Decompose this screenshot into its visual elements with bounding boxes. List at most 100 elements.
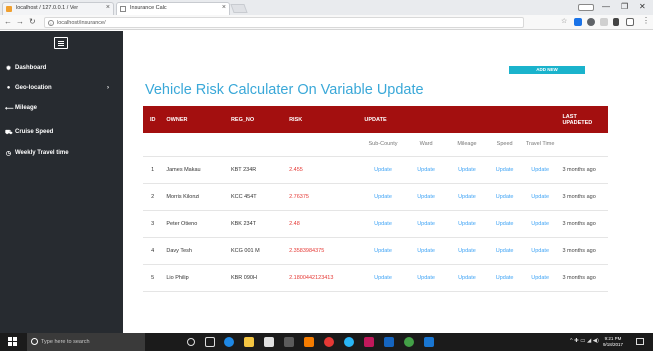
taskbar-clock[interactable]: 9:21 PM 9/18/2017 — [603, 336, 623, 348]
update-travel-time-link[interactable]: Update — [522, 264, 559, 291]
sidebar-item-cruise-speed[interactable]: ⛟ Cruise Speed — [0, 126, 123, 140]
sidebar-item-label: Weekly Travel time — [15, 150, 69, 156]
table-row: 4 Davy Tesh KCG 001 M 2.3583984375 Updat… — [143, 237, 608, 264]
close-window-icon[interactable]: ✕ — [639, 2, 646, 11]
update-speed-link[interactable]: Update — [487, 264, 521, 291]
app-icon[interactable] — [404, 337, 414, 347]
forward-icon[interactable]: → — [16, 17, 24, 26]
update-sub-county-link[interactable]: Update — [360, 183, 405, 210]
update-speed-link[interactable]: Update — [487, 237, 521, 264]
cell-risk: 2.76375 — [289, 193, 309, 200]
microphone-icon[interactable] — [187, 338, 195, 346]
update-travel-time-link[interactable]: Update — [522, 210, 559, 237]
cell-last-updated: 3 months ago — [562, 247, 596, 254]
menu-icon[interactable]: ⋮ — [642, 16, 650, 25]
notification-icon[interactable] — [636, 338, 644, 345]
cell-id: 4 — [151, 247, 155, 254]
add-new-button[interactable]: ADD NEW — [509, 66, 585, 74]
profile-icon[interactable] — [578, 4, 594, 11]
table-subheader-row: Sub-County Ward Mileage Speed Travel Tim… — [143, 133, 608, 157]
sidebar-item-dashboard[interactable]: ✹ Dashboard — [0, 62, 123, 76]
cell-reg-no: KBK 234T — [230, 220, 257, 227]
update-sub-county-link[interactable]: Update — [360, 156, 405, 183]
update-mileage-link[interactable]: Update — [447, 156, 488, 183]
update-speed-link[interactable]: Update — [487, 210, 521, 237]
header-reg-no: REG_NO — [230, 116, 255, 123]
update-ward-link[interactable]: Update — [406, 264, 447, 291]
update-mileage-link[interactable]: Update — [447, 183, 488, 210]
cell-risk: 2.3583984375 — [289, 247, 325, 254]
clock-icon: ◷ — [5, 151, 12, 157]
update-ward-link[interactable]: Update — [406, 237, 447, 264]
update-speed-link[interactable]: Update — [487, 183, 521, 210]
close-tab-icon[interactable]: × — [106, 4, 110, 11]
update-speed-link[interactable]: Update — [487, 156, 521, 183]
cell-owner: Davy Tesh — [166, 247, 192, 254]
update-sub-county-link[interactable]: Update — [360, 264, 405, 291]
sidebar-item-label: Geo-location — [15, 85, 52, 91]
update-travel-time-link[interactable]: Update — [522, 156, 559, 183]
task-view-icon[interactable] — [205, 337, 215, 347]
browser-tab-insurance[interactable]: Insurance Calc × — [116, 2, 230, 15]
page-icon — [120, 6, 126, 12]
reload-icon[interactable]: ↻ — [29, 17, 36, 26]
windows-start-icon[interactable] — [8, 337, 18, 347]
extension-icon[interactable] — [587, 18, 595, 26]
minimize-icon[interactable]: — — [602, 2, 610, 11]
sidebar-item-geo-location[interactable]: ● Geo-location › — [0, 82, 123, 96]
app-icon[interactable] — [284, 337, 294, 347]
update-sub-county-link[interactable]: Update — [360, 237, 405, 264]
update-travel-time-link[interactable]: Update — [522, 183, 559, 210]
header-owner: OWNER — [166, 116, 188, 123]
update-travel-time-link[interactable]: Update — [522, 237, 559, 264]
url-field[interactable]: i localhost/insurance/ — [44, 17, 524, 28]
hamburger-menu-icon[interactable] — [54, 37, 68, 49]
tab-title: localhost / 127.0.0.1 / Ver — [16, 5, 79, 11]
update-mileage-link[interactable]: Update — [447, 237, 488, 264]
browser-tab-strip: localhost / 127.0.0.1 / Ver × Insurance … — [0, 0, 653, 15]
vehicle-risk-table: ID OWNER REG_NO RISK UPDATE LAST UPADETE… — [143, 106, 608, 292]
new-tab-button[interactable] — [230, 4, 248, 13]
maximize-icon[interactable]: ❐ — [621, 2, 628, 11]
cast-icon[interactable] — [626, 18, 634, 26]
extension-icon[interactable] — [613, 18, 619, 26]
chrome-icon[interactable] — [324, 337, 334, 347]
edge-icon[interactable] — [224, 337, 234, 347]
update-ward-link[interactable]: Update — [406, 156, 447, 183]
cell-owner: Morris Kilonzi — [166, 193, 200, 200]
url-text: localhost/insurance/ — [57, 20, 106, 26]
update-sub-county-link[interactable]: Update — [360, 210, 405, 237]
file-explorer-icon[interactable] — [244, 337, 254, 347]
close-tab-icon[interactable]: × — [222, 4, 226, 11]
app-icon[interactable] — [304, 337, 314, 347]
app-icon[interactable] — [384, 337, 394, 347]
store-icon[interactable] — [264, 337, 274, 347]
update-mileage-link[interactable]: Update — [447, 264, 488, 291]
sidebar-item-label: Dashboard — [15, 65, 47, 71]
extension-icon[interactable] — [574, 18, 582, 26]
system-tray-icons[interactable]: ^ ✚ ▭ ◢ ◀) — [570, 338, 599, 344]
address-bar: ← → ↻ i localhost/insurance/ ☆ ⋮ — [0, 15, 653, 30]
sidebar-item-mileage[interactable]: ⟵ Mileage — [0, 102, 123, 116]
update-ward-link[interactable]: Update — [406, 210, 447, 237]
info-icon[interactable]: i — [48, 20, 54, 26]
cell-id: 1 — [151, 166, 155, 173]
update-mileage-link[interactable]: Update — [447, 210, 488, 237]
table-row: 1 James Makau KBT 234R 2.455 Update Upda… — [143, 156, 608, 183]
header-update: UPDATE — [364, 116, 387, 123]
page-title: Vehicle Risk Calculater On Variable Upda… — [145, 82, 424, 98]
sidebar-item-weekly-travel-time[interactable]: ◷ Weekly Travel time — [0, 147, 123, 161]
taskbar-search-field[interactable]: Type here to search — [27, 333, 145, 351]
extension-icon[interactable] — [600, 18, 608, 26]
browser-tab-phpmyadmin[interactable]: localhost / 127.0.0.1 / Ver × — [2, 2, 114, 15]
back-icon[interactable]: ← — [4, 17, 12, 26]
sidebar-item-label: Cruise Speed — [15, 129, 54, 135]
cell-risk: 2.1800442123413 — [289, 274, 334, 281]
app-icon[interactable] — [424, 337, 434, 347]
star-icon[interactable]: ☆ — [561, 17, 567, 25]
cell-last-updated: 3 months ago — [562, 220, 596, 227]
update-ward-link[interactable]: Update — [406, 183, 447, 210]
app-icon[interactable] — [364, 337, 374, 347]
app-icon[interactable] — [344, 337, 354, 347]
clock-date: 9/18/2017 — [603, 342, 624, 347]
